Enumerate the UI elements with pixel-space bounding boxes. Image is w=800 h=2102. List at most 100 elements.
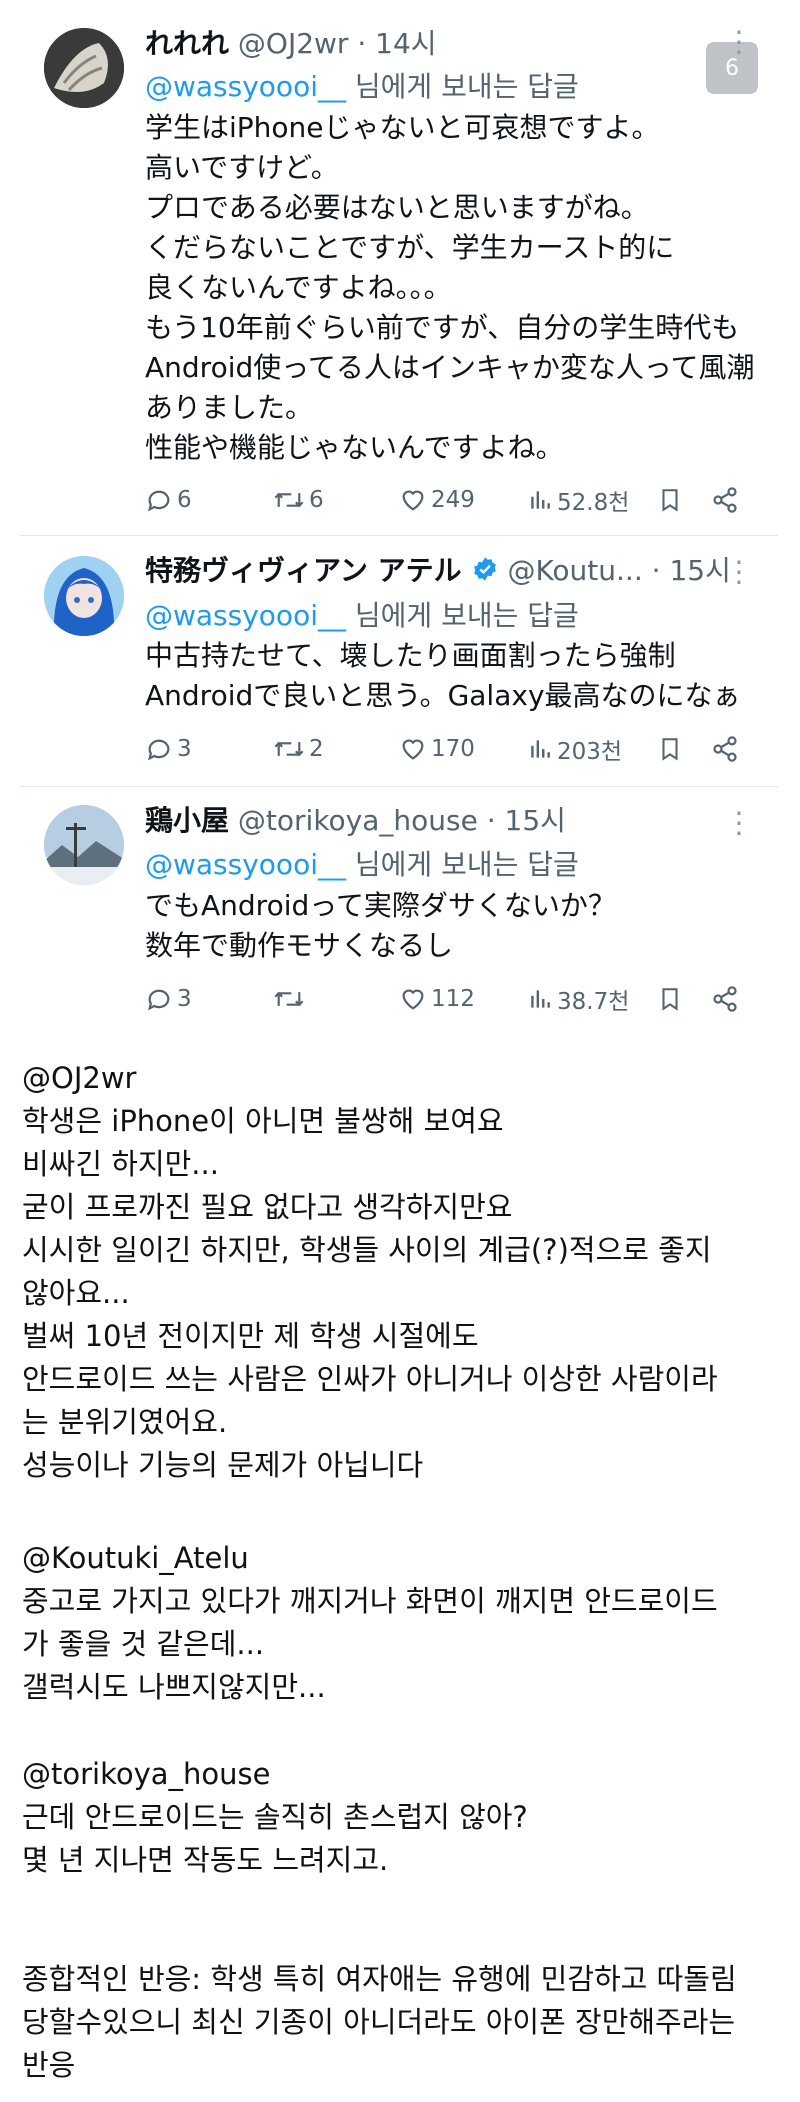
views-button[interactable]: 52.8천 bbox=[527, 480, 629, 520]
reply-context: @wassyoooi__ 님에게 보내는 답글 bbox=[145, 843, 579, 883]
reply-count: 3 bbox=[177, 986, 192, 1012]
translation-line: 시시한 일이긴 하지만, 학생들 사이의 계급(?)적으로 좋지 bbox=[22, 1233, 712, 1267]
tweet-line: プロである必要はないと思いますがね。 bbox=[145, 191, 649, 224]
translation-line: 중고로 가지고 있다가 깨지거나 화면이 깨지면 안드로이드 bbox=[22, 1584, 718, 1618]
tweet-actions: 3 112 38.7천 bbox=[145, 979, 765, 1019]
tweet-line: 性能や機能じゃないんですよね。 bbox=[145, 431, 564, 464]
user-handle[interactable]: @OJ2wr bbox=[238, 27, 349, 60]
avatar[interactable] bbox=[44, 28, 124, 108]
reply-button[interactable]: 3 bbox=[145, 979, 192, 1019]
display-name[interactable]: 鶏小屋 bbox=[145, 804, 229, 837]
tweet-line: ありました。 bbox=[145, 391, 314, 424]
retweet-icon bbox=[274, 741, 304, 757]
tweet-line: Androidで良いと思う。Galaxy最高なのになぁ bbox=[145, 679, 741, 712]
reply-mention-link[interactable]: @wassyoooi__ bbox=[145, 848, 346, 881]
tweet-text: でもAndroidって実際ダサくないか？ 数年で動作モサくなるし bbox=[145, 886, 616, 966]
avatar[interactable] bbox=[44, 556, 124, 636]
reply-tweet-1[interactable]: れれれ @OJ2wr · 14시 · · · @wassyoooi__ 님에게 보내… bbox=[0, 0, 800, 535]
reply-tweet-2[interactable]: 特務ヴィヴィアン アテル @Koutu... · 15시 · · · @wassyo… bbox=[0, 536, 800, 786]
heart-icon bbox=[402, 490, 424, 511]
views-chart-icon bbox=[531, 990, 550, 1008]
like-count: 170 bbox=[431, 736, 475, 762]
retweet-button[interactable]: 2 bbox=[273, 729, 324, 769]
reply-icon bbox=[148, 490, 170, 512]
share-button[interactable] bbox=[711, 480, 739, 520]
tweet-line: Android使ってる人はインキャか変な人って風潮 bbox=[145, 351, 755, 384]
user-handle[interactable]: @Koutu... bbox=[507, 554, 642, 587]
retweet-count: 6 bbox=[309, 487, 324, 513]
like-button[interactable]: 112 bbox=[399, 979, 475, 1019]
tweet-line: 中古持たせて、壊したり画面割ったら強制 bbox=[145, 639, 676, 672]
translation-line: 굳이 프로까진 필요 없다고 생각하지만요 bbox=[22, 1190, 513, 1224]
tweet-line: でもAndroidって実際ダサくないか？ bbox=[145, 889, 616, 922]
translation-line: 않아요... bbox=[22, 1276, 130, 1310]
share-icon bbox=[713, 986, 737, 1012]
like-button[interactable]: 170 bbox=[399, 729, 475, 769]
summary-line: 당할수있으니 최신 기종이 아니더라도 아이폰 장만해주라는 bbox=[22, 2005, 736, 2039]
translation-line: @torikoya_house bbox=[22, 1757, 271, 1791]
avatar[interactable] bbox=[44, 805, 124, 885]
share-button[interactable] bbox=[711, 979, 739, 1019]
tweet-header: れれれ @OJ2wr · 14시 bbox=[145, 22, 437, 62]
translation-line: 는 분위기였어요. bbox=[22, 1405, 228, 1439]
translation-line: 몇 년 지나면 작동도 느려지고. bbox=[22, 1843, 389, 1877]
display-name[interactable]: 特務ヴィヴィアン アテル bbox=[145, 554, 462, 587]
reply-mention-link[interactable]: @wassyoooi__ bbox=[145, 70, 346, 103]
reply-button[interactable]: 3 bbox=[145, 729, 192, 769]
verified-badge-icon bbox=[473, 557, 496, 581]
bookmark-button[interactable] bbox=[657, 979, 683, 1019]
share-icon bbox=[713, 487, 737, 513]
tweet-line: くだらないことですが、学生カースト的に bbox=[145, 231, 675, 264]
more-options-icon[interactable]: · · · bbox=[732, 800, 746, 848]
views-button[interactable]: 203천 bbox=[527, 729, 622, 769]
timestamp[interactable]: · 15시 bbox=[652, 554, 731, 587]
tweet-header: 鶏小屋 @torikoya_house · 15시 bbox=[145, 799, 566, 839]
tweet-line: 高いですけど。 bbox=[145, 151, 339, 184]
reply-icon bbox=[148, 989, 170, 1011]
translation-line: 벌써 10년 전이지만 제 학생 시절에도 bbox=[22, 1319, 479, 1353]
heart-icon bbox=[402, 739, 424, 760]
translation-line: 갤럭시도 나쁘지않지만... bbox=[22, 1670, 326, 1704]
tweet-line: もう10年前ぐらい前ですが、自分の学生時代も bbox=[145, 311, 740, 344]
translation-block-2: @Koutuki_Atelu 중고로 가지고 있다가 깨지거나 화면이 깨지면 … bbox=[22, 1537, 792, 1709]
translation-line: 학생은 iPhone이 아니면 불쌍해 보여요 bbox=[22, 1104, 504, 1138]
translation-line: 안드로이드 쓰는 사람은 인싸가 아니거나 이상한 사람이라 bbox=[22, 1362, 718, 1396]
reply-icon bbox=[148, 739, 170, 761]
views-button[interactable]: 38.7천 bbox=[527, 979, 629, 1019]
like-button[interactable]: 249 bbox=[399, 480, 475, 520]
bookmark-button[interactable] bbox=[657, 480, 683, 520]
reply-tweet-3[interactable]: 鶏小屋 @torikoya_house · 15시 · · · @wassyoooi… bbox=[0, 787, 800, 1037]
translation-line: 가 좋을 것 같은데... bbox=[22, 1627, 265, 1661]
more-options-icon[interactable]: · · · bbox=[732, 19, 746, 67]
translation-line: 비싸긴 하지만... bbox=[22, 1147, 219, 1181]
user-handle[interactable]: @torikoya_house bbox=[238, 804, 478, 837]
display-name[interactable]: れれれ bbox=[145, 27, 229, 60]
views-chart-icon bbox=[531, 740, 550, 758]
translation-block-1: @OJ2wr 학생은 iPhone이 아니면 불쌍해 보여요 비싸긴 하지만..… bbox=[22, 1057, 792, 1487]
tweet-text: 中古持たせて、壊したり画面割ったら強制 Androidで良いと思う。Galaxy… bbox=[145, 636, 741, 716]
retweet-icon bbox=[274, 991, 304, 1007]
like-count: 112 bbox=[431, 986, 475, 1012]
summary-line: 종합적인 반응: 학생 특히 여자애는 유행에 민감하고 따돌림 bbox=[22, 1962, 737, 1996]
translation-line: 성능이나 기능의 문제가 아닙니다 bbox=[22, 1448, 424, 1482]
heart-icon bbox=[402, 989, 424, 1010]
more-options-icon[interactable]: · · · bbox=[732, 549, 746, 597]
bookmark-button[interactable] bbox=[657, 729, 683, 769]
timestamp[interactable]: · 15시 bbox=[487, 804, 566, 837]
reply-suffix: 님에게 보내는 답글 bbox=[354, 70, 579, 103]
timestamp[interactable]: · 14시 bbox=[357, 27, 436, 60]
bookmark-icon bbox=[662, 988, 678, 1011]
bookmark-icon bbox=[662, 738, 678, 761]
bookmark-icon bbox=[662, 489, 678, 512]
tweet-actions: 6 6 249 52.8천 bbox=[145, 480, 765, 520]
view-count: 203천 bbox=[557, 739, 623, 765]
reply-button[interactable]: 6 bbox=[145, 480, 192, 520]
reply-mention-link[interactable]: @wassyoooi__ bbox=[145, 599, 346, 632]
like-count: 249 bbox=[431, 487, 475, 513]
retweet-button[interactable]: 6 bbox=[273, 480, 324, 520]
share-button[interactable] bbox=[711, 729, 739, 769]
retweet-count: 2 bbox=[309, 736, 324, 762]
reply-suffix: 님에게 보내는 답글 bbox=[354, 599, 579, 632]
retweet-button[interactable] bbox=[273, 979, 309, 1019]
tweet-header: 特務ヴィヴィアン アテル @Koutu... · 15시 bbox=[145, 549, 731, 589]
